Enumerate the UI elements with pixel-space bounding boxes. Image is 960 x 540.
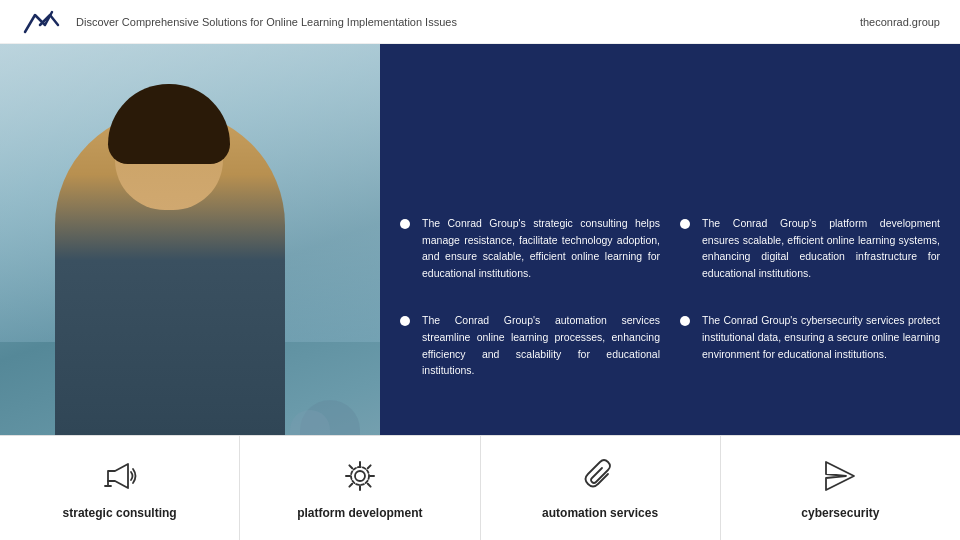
header-left: Discover Comprehensive Solutions for Onl… xyxy=(20,7,457,37)
bullet-dot-2 xyxy=(680,219,690,229)
megaphone-icon xyxy=(100,456,140,496)
services-row: strategic consulting platform developmen… xyxy=(0,435,960,540)
bullet-text-4: The Conrad Group's cybersecurity service… xyxy=(702,312,940,362)
service-automation: automation services xyxy=(481,436,721,540)
service-label-strategic: strategic consulting xyxy=(63,506,177,520)
bullet-text-1: The Conrad Group's strategic consulting … xyxy=(422,215,660,282)
bullet-grid: The Conrad Group's strategic consulting … xyxy=(400,215,940,379)
service-label-cybersecurity: cybersecurity xyxy=(801,506,879,520)
header-tagline: Discover Comprehensive Solutions for Onl… xyxy=(76,16,457,28)
bullet-item-4: The Conrad Group's cybersecurity service… xyxy=(680,312,940,379)
paperclip-icon xyxy=(580,456,620,496)
header: Discover Comprehensive Solutions for Onl… xyxy=(0,0,960,44)
svg-point-4 xyxy=(351,467,369,485)
svg-marker-0 xyxy=(108,464,128,488)
bullet-dot-1 xyxy=(400,219,410,229)
send-icon xyxy=(820,456,860,496)
gear-icon xyxy=(340,456,380,496)
bullet-text-3: The Conrad Group's automation services s… xyxy=(422,312,660,379)
bullet-item-1: The Conrad Group's strategic consulting … xyxy=(400,215,660,282)
service-label-platform: platform development xyxy=(297,506,422,520)
bullet-text-2: The Conrad Group's platform development … xyxy=(702,215,940,282)
service-cybersecurity: cybersecurity xyxy=(721,436,960,540)
service-label-automation: automation services xyxy=(542,506,658,520)
bullet-item-3: The Conrad Group's automation services s… xyxy=(400,312,660,379)
bullet-dot-4 xyxy=(680,316,690,326)
svg-point-3 xyxy=(355,471,365,481)
header-url: theconrad.group xyxy=(860,16,940,28)
bullet-item-2: The Conrad Group's platform development … xyxy=(680,215,940,282)
service-platform-development: platform development xyxy=(240,436,480,540)
svg-marker-5 xyxy=(826,462,854,490)
service-strategic-consulting: strategic consulting xyxy=(0,436,240,540)
logo-icon xyxy=(20,7,60,37)
bullet-dot-3 xyxy=(400,316,410,326)
